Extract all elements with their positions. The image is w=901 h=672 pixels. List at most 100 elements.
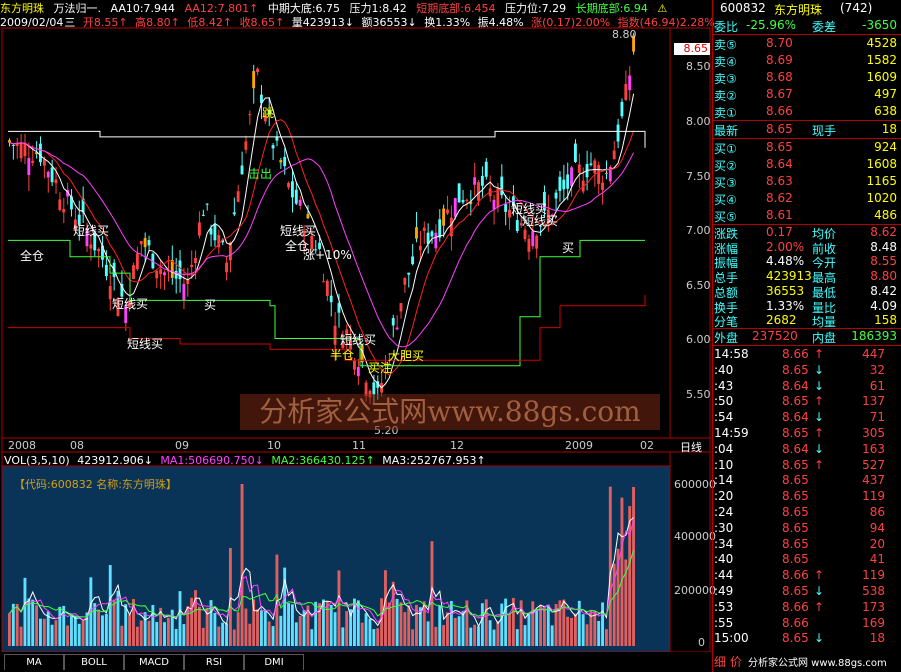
volume-bar <box>581 614 585 646</box>
candle-body <box>19 142 23 159</box>
period-label[interactable]: 日线 <box>680 439 702 455</box>
price-tick: 7.50 <box>686 170 711 183</box>
candle-body <box>104 264 108 277</box>
volume-bar <box>15 604 19 646</box>
tick-row: :44 8.66 ↑ 119 <box>712 568 901 584</box>
tick-volume: 94 <box>869 520 885 535</box>
tick-time: :10 <box>714 457 734 472</box>
sell-row: 卖② 8.67 497 <box>712 86 901 103</box>
candle-body <box>457 183 461 203</box>
stat-row: 总额 36553 最低 8.42 <box>712 284 901 300</box>
buy-label: 买③ <box>714 176 737 190</box>
price-tick: 6.50 <box>686 279 711 292</box>
waipan-label: 外盘 <box>714 331 739 345</box>
volume-bar <box>225 623 228 646</box>
sell-label: 卖① <box>714 106 737 120</box>
ohlc-header: 2009/02/04三 开8.55↑ 高8.80↑ 低8.42↑ 收8.65↑ … <box>0 14 715 29</box>
buy-label: 买⑤ <box>714 210 737 224</box>
indicator-header: 东方明珠 万法归一. AA10:7.944 AA12:7.801↑ 中期大底:6… <box>0 0 712 15</box>
tab-boll[interactable]: BOLL <box>64 654 124 670</box>
candle-body <box>132 265 135 280</box>
volume-bar <box>566 616 570 646</box>
candle-body <box>213 224 217 241</box>
candle-body <box>628 75 632 91</box>
tick-volume: 163 <box>862 441 885 456</box>
tick-time: :34 <box>714 536 734 551</box>
volume-bar <box>337 570 341 646</box>
sell-label: 卖④ <box>714 55 737 69</box>
candle-body <box>442 208 446 226</box>
tick-row: :30 8.65 94 <box>712 521 901 537</box>
candle-body <box>515 220 519 232</box>
tick-time: :54 <box>714 410 734 425</box>
tick-volume: 61 <box>869 378 885 393</box>
volume-bar <box>573 613 577 646</box>
tick-price: 8.66 <box>782 347 809 361</box>
stat-value: 8.48 <box>870 239 897 254</box>
quote-code: 600832 <box>720 1 766 15</box>
tick-row: :34 8.65 20 <box>712 537 901 553</box>
tick-time: :49 <box>714 584 734 598</box>
volume-bar <box>488 620 492 646</box>
tick-time: :40 <box>714 552 734 567</box>
volume-bar <box>484 599 488 646</box>
volume-bar <box>570 617 573 646</box>
footer-left[interactable]: 细 <box>714 653 726 670</box>
tab-macd[interactable]: MACD <box>124 654 184 670</box>
tick-row: :04 8.64 ↓ 163 <box>712 442 901 458</box>
tick-price: 8.65 <box>782 536 809 551</box>
volume-bar <box>527 613 531 646</box>
volume-bar <box>411 629 415 646</box>
volume-bar <box>577 600 581 646</box>
signal-label: 大胆买 <box>388 349 425 363</box>
volume-bar <box>333 612 337 646</box>
footer-mid[interactable]: 价 <box>730 653 742 670</box>
volume-bar <box>446 612 449 646</box>
tick-time: :55 <box>714 615 734 630</box>
sell-label: 卖② <box>714 89 737 103</box>
volume-bar <box>19 626 23 646</box>
signal-label: 短线买 <box>73 224 110 238</box>
signal-label: 买 <box>204 298 217 312</box>
tick-volume: 527 <box>862 457 885 472</box>
volume-bar <box>54 620 58 646</box>
volume-bar <box>244 608 248 646</box>
tab-dmi[interactable]: DMI <box>244 654 304 670</box>
candle-body <box>294 189 298 204</box>
high-price-label: 8.80 <box>612 28 637 41</box>
tab-ma[interactable]: MA <box>4 654 64 670</box>
volume-bar <box>438 605 442 646</box>
candle-body <box>248 114 252 116</box>
volume-bar <box>259 610 263 646</box>
volume-bar <box>399 602 403 646</box>
candle-body <box>287 182 290 188</box>
tick-price: 8.66 <box>782 599 809 614</box>
time-label: 2008 <box>8 439 36 452</box>
tick-arrow: ↑ <box>814 347 825 361</box>
high-value: 高8.80↑ <box>135 16 180 29</box>
latest-row: 最新 8.65 现手 18 <box>712 121 901 138</box>
volume-bar <box>267 621 271 646</box>
volume-bar <box>97 609 101 646</box>
candle-body <box>492 199 496 210</box>
tick-price: 8.65 <box>782 520 809 535</box>
candle-body <box>604 172 608 174</box>
volume-tick: 0 <box>698 636 705 649</box>
candle-body <box>240 165 244 175</box>
volume-bar <box>236 612 240 646</box>
volume-tick: 200000 <box>674 584 716 597</box>
stat-value: 423913 <box>766 269 812 284</box>
volume-bar <box>166 617 170 646</box>
buy-price: 8.63 <box>766 174 793 188</box>
volume-bar <box>70 613 73 646</box>
candle-body <box>155 270 159 279</box>
volume-bar <box>453 617 457 646</box>
volume-bar <box>372 629 376 646</box>
tick-arrow: ↓ <box>814 441 825 456</box>
tab-rsi[interactable]: RSI <box>184 654 244 670</box>
volume-bar <box>73 616 77 646</box>
volume-bar <box>271 626 275 646</box>
tick-price: 8.65 <box>782 473 809 488</box>
sell-volume: 4528 <box>866 36 897 50</box>
vol-label: VOL(3,5,10) <box>4 454 70 467</box>
